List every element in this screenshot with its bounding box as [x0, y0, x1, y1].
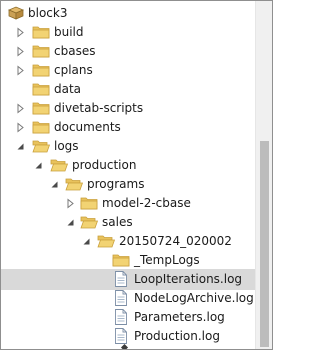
tree-root[interactable]: block3 [1, 3, 255, 24]
tree-item-label: cbases [54, 44, 96, 58]
tree-item-label: build [54, 25, 84, 39]
file-icon [112, 270, 130, 288]
tree-item-label: logs [54, 139, 79, 153]
tree-item-label: 20150724_020002 [119, 234, 232, 248]
tree-item-label: data [54, 82, 82, 96]
folder-icon [32, 118, 50, 136]
folder-icon [32, 80, 50, 98]
tree-item-nodelogarchive-log[interactable]: NodeLogArchive.log [1, 288, 255, 309]
expand-arrow-icon[interactable] [15, 46, 26, 57]
tree-item-divetab-scripts[interactable]: divetab-scripts [1, 98, 255, 119]
database-icon [7, 4, 25, 22]
folder-open-icon [97, 232, 116, 250]
collapse-arrow-icon[interactable] [81, 236, 92, 247]
tree-item-label: divetab-scripts [54, 101, 144, 115]
collapse-arrow-icon[interactable] [65, 217, 76, 228]
folder-icon [32, 42, 50, 60]
tree-item-production-log[interactable]: Production.log [1, 326, 255, 347]
tree-item-cplans[interactable]: cplans [1, 60, 255, 81]
tree-item-label: programs [87, 177, 145, 191]
file-icon [112, 327, 130, 345]
collapse-arrow-icon[interactable] [49, 179, 60, 190]
folder-icon [32, 99, 50, 117]
folder-icon [112, 251, 130, 269]
tree-item-label: LoopIterations.log [134, 272, 243, 286]
folder-icon [80, 194, 98, 212]
collapse-arrow-icon[interactable] [33, 160, 44, 171]
expand-arrow-icon[interactable] [15, 65, 26, 76]
tree-item-documents[interactable]: documents [1, 117, 255, 138]
tree-item-20150724-020002[interactable]: 20150724_020002 [1, 231, 255, 252]
tree-item-label: sales [102, 215, 133, 229]
tree-item-templogs[interactable]: _TempLogs [1, 250, 255, 271]
scrollbar-thumb[interactable] [260, 141, 269, 347]
tree-item-label: NodeLogArchive.log [134, 291, 254, 305]
tree-item-label: production [72, 158, 137, 172]
folder-open-icon [32, 137, 51, 155]
expand-arrow-icon[interactable] [15, 122, 26, 133]
tree-item-logs[interactable]: logs [1, 136, 255, 157]
file-icon [112, 308, 130, 326]
expand-arrow-icon[interactable] [65, 198, 76, 209]
vertical-scrollbar[interactable] [255, 1, 272, 349]
folder-icon [32, 61, 50, 79]
expand-arrow-icon[interactable] [15, 27, 26, 38]
tree-item-label: cplans [54, 63, 93, 77]
tree-item-programs[interactable]: programs [1, 174, 255, 195]
tree-item-label: Parameters.log [134, 310, 225, 324]
tree-item-label: documents [54, 120, 121, 134]
tree-item-data[interactable]: data [1, 79, 255, 100]
file-tree: block3 build cbases cplans data divetab-… [1, 1, 255, 349]
tree-item-model-2-cbase[interactable]: model-2-cbase [1, 193, 255, 214]
tree-item-parameters-log[interactable]: Parameters.log [1, 307, 255, 328]
tree-item-label: model-2-cbase [102, 196, 191, 210]
expand-arrow-icon[interactable] [15, 103, 26, 114]
tree-item-label: Production.log [134, 329, 220, 343]
tree-root-label: block3 [28, 6, 68, 20]
collapse-arrow-icon[interactable] [15, 141, 26, 152]
folder-open-icon [50, 156, 69, 174]
tree-item-production[interactable]: production [1, 155, 255, 176]
tree-item-sales[interactable]: sales [1, 212, 255, 233]
file-icon [112, 289, 130, 307]
folder-open-icon [80, 213, 99, 231]
file-tree-panel: block3 build cbases cplans data divetab-… [0, 0, 273, 350]
tree-item-build[interactable]: build [1, 22, 255, 43]
tree-item-loopiterations-log[interactable]: LoopIterations.log [1, 269, 255, 290]
tree-item-label: _TempLogs [134, 253, 200, 267]
folder-open-icon [65, 175, 84, 193]
folder-icon [32, 23, 50, 41]
tree-item-cbases[interactable]: cbases [1, 41, 255, 62]
